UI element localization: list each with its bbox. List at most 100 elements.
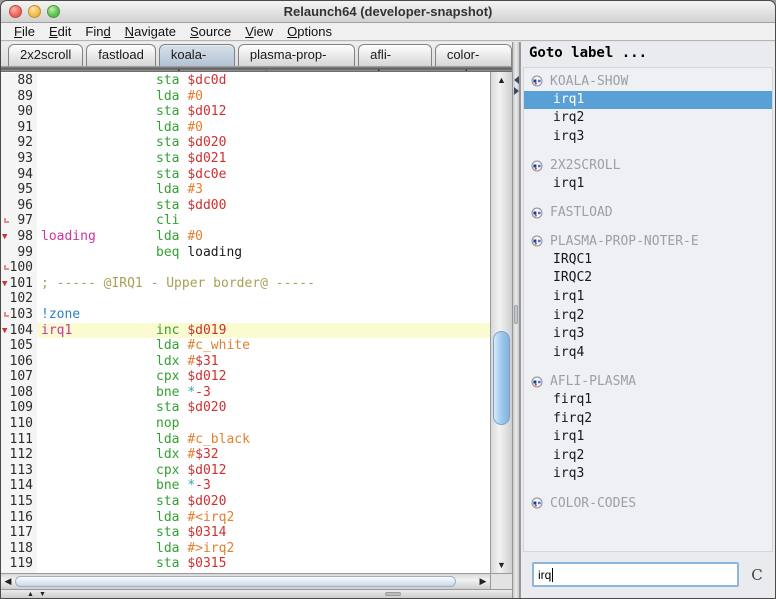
token-mn: sta [156, 73, 179, 88]
code-line[interactable]: 89lda #0 [1, 89, 490, 105]
goto-section-afli-plasma[interactable]: AFLI-PLASMA [524, 372, 772, 391]
menu-find[interactable]: Find [78, 24, 117, 39]
code-line[interactable]: 92sta $d020 [1, 135, 490, 151]
scroll-up-arrow-icon[interactable]: ▲ [491, 75, 512, 85]
collapse-right-arrow-icon[interactable] [514, 87, 519, 95]
menu-options[interactable]: Options [280, 24, 339, 39]
zoom-window-button[interactable] [47, 5, 60, 18]
token-addr: $d019 [187, 323, 226, 338]
goto-label-item[interactable]: irq1 [524, 91, 772, 110]
token-imm: #0 [187, 120, 203, 135]
goto-label-item[interactable]: irq2 [524, 307, 772, 326]
splitter-collapse-down-icon[interactable]: ▼ [39, 590, 46, 599]
code-lines[interactable]: 88sta $dc0d89lda #090sta $d01291lda #092… [1, 72, 490, 573]
code-line[interactable]: 96sta $dd00 [1, 198, 490, 214]
code-line[interactable]: 106ldx #$31 [1, 354, 490, 370]
goto-section-fastload[interactable]: FASTLOAD [524, 204, 772, 223]
code-line[interactable]: 112ldx #$32 [1, 447, 490, 463]
code-line[interactable]: 115sta $d020 [1, 494, 490, 510]
goto-label-item[interactable]: irq4 [524, 344, 772, 363]
code-line[interactable]: 105lda #c_white [1, 338, 490, 354]
goto-label-item[interactable]: irq2 [524, 109, 772, 128]
goto-label-item[interactable]: irq3 [524, 465, 772, 484]
scroll-left-arrow-icon[interactable]: ◀ [1, 576, 15, 587]
label-tree[interactable]: KOALA-SHOWirq1irq2irq32X2SCROLLirq1FASTL… [523, 67, 773, 552]
menu-source[interactable]: Source [183, 24, 238, 39]
line-number: 111 [1, 432, 37, 448]
menu-file[interactable]: File [7, 24, 42, 39]
code-line[interactable]: 102 [1, 291, 490, 307]
tab-fastload[interactable]: fastload [86, 44, 156, 66]
code-line[interactable]: 114bne *-3 [1, 478, 490, 494]
goto-label-item[interactable]: irq3 [524, 325, 772, 344]
code-line[interactable]: 118lda #>irq2 [1, 541, 490, 557]
code-line[interactable]: 94sta $dc0e [1, 167, 490, 183]
code-text: nop [37, 416, 490, 432]
goto-label-item[interactable]: irq1 [524, 288, 772, 307]
fold-expanded-icon[interactable]: ▼ [2, 277, 7, 293]
code-line[interactable]: 113cpx $d012 [1, 463, 490, 479]
code-line[interactable]: 103!zone [1, 307, 490, 323]
tab-plasma-prop-noter-e[interactable]: plasma-prop-noter-e [238, 44, 355, 66]
code-line[interactable]: 91lda #0 [1, 120, 490, 136]
goto-section-color-codes[interactable]: COLOR-CODES [524, 494, 772, 513]
goto-label-item[interactable]: firq2 [524, 410, 772, 429]
fold-expanded-icon[interactable]: ▼ [2, 324, 7, 340]
bottom-splitter[interactable]: ▲ ▼ [1, 589, 512, 598]
minimize-window-button[interactable] [28, 5, 41, 18]
code-line[interactable]: 93sta $d021 [1, 151, 490, 167]
goto-section-koala-show[interactable]: KOALA-SHOW [524, 72, 772, 91]
token-addr: $d021 [187, 151, 226, 166]
collapse-left-arrow-icon[interactable] [514, 76, 519, 84]
scroll-right-arrow-icon[interactable]: ▶ [476, 576, 490, 587]
menu-edit[interactable]: Edit [42, 24, 78, 39]
goto-search-field[interactable]: irq [532, 562, 739, 587]
splitter-grip[interactable] [385, 592, 401, 596]
code-line[interactable]: 90sta $d012 [1, 104, 490, 120]
code-line[interactable]: 88sta $dc0d [1, 73, 490, 89]
code-line[interactable]: 110nop [1, 416, 490, 432]
goto-label-item[interactable]: IRQC2 [524, 269, 772, 288]
menu-view[interactable]: View [238, 24, 280, 39]
code-line[interactable]: 117sta $0314 [1, 525, 490, 541]
token-addr: $dd00 [187, 198, 226, 213]
goto-label-item[interactable]: irq2 [524, 447, 772, 466]
split-pane-divider[interactable] [512, 42, 520, 598]
code-line[interactable]: 119sta $0315 [1, 556, 490, 572]
tab-koala-show[interactable]: koala-show [159, 44, 235, 66]
tab-afli-plasma[interactable]: afli-plasma [358, 44, 432, 66]
code-line[interactable]: 108bne *-3 [1, 385, 490, 401]
goto-section-2x2scroll[interactable]: 2X2SCROLL [524, 156, 772, 175]
code-line[interactable]: 111lda #c_black [1, 432, 490, 448]
code-line[interactable]: 107cpx $d012 [1, 369, 490, 385]
code-line[interactable]: 109sta $d020 [1, 400, 490, 416]
code-line[interactable]: 98▼loadinglda #0 [1, 229, 490, 245]
code-line[interactable]: 95lda #3 [1, 182, 490, 198]
goto-label-item[interactable]: irq1 [524, 428, 772, 447]
code-line[interactable]: 104▼irq1inc $d019 [1, 323, 490, 339]
vertical-scrollbar-thumb[interactable] [493, 331, 510, 425]
code-line[interactable]: 97cli [1, 213, 490, 229]
tab-color-codes[interactable]: color-codes [435, 44, 512, 66]
goto-label-item[interactable]: IRQC1 [524, 251, 772, 270]
horizontal-scrollbar-thumb[interactable] [15, 576, 456, 587]
fold-expanded-icon[interactable]: ▼ [2, 230, 7, 246]
editor-vertical-scrollbar[interactable]: ▲ ▼ [490, 72, 512, 573]
close-window-button[interactable] [9, 5, 22, 18]
goto-section-plasma-prop-noter-e[interactable]: PLASMA-PROP-NOTER-E [524, 232, 772, 251]
divider-grip[interactable] [514, 305, 518, 324]
code-editor[interactable]: 88sta $dc0d89lda #090sta $d01291lda #092… [1, 71, 512, 589]
goto-label-item[interactable]: irq3 [524, 128, 772, 147]
tab-2x2scroll[interactable]: 2x2scroll [8, 44, 83, 66]
goto-label-item[interactable]: irq1 [524, 175, 772, 194]
refresh-label-list-button[interactable]: C [746, 565, 768, 585]
goto-label-item[interactable]: firq1 [524, 391, 772, 410]
code-line[interactable]: 99beq loading [1, 245, 490, 261]
code-line[interactable]: 116lda #<irq2 [1, 510, 490, 526]
code-line[interactable]: 101▼; ----- @IRQ1 - Upper border@ ----- [1, 276, 490, 292]
menu-navigate[interactable]: Navigate [118, 24, 183, 39]
editor-horizontal-scrollbar[interactable]: ◀ ▶ [1, 573, 490, 589]
scroll-down-arrow-icon[interactable]: ▼ [491, 560, 512, 570]
code-line[interactable]: 100 [1, 260, 490, 276]
splitter-expand-up-icon[interactable]: ▲ [27, 590, 34, 599]
